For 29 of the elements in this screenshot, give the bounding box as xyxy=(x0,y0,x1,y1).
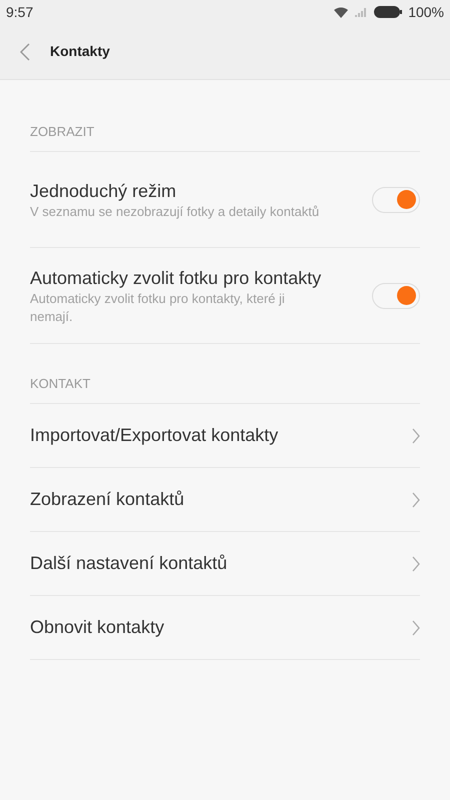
chevron-icon xyxy=(412,492,420,508)
setting-title: Importovat/Exportovat kontakty xyxy=(30,424,278,447)
settings-row[interactable]: Další nastavení kontaktů xyxy=(30,532,420,596)
setting-title: Obnovit kontakty xyxy=(30,616,164,639)
setting-description: V seznamu se nezobrazují fotky a detaily kontaktů xyxy=(30,202,320,220)
setting-title: Zobrazení kontaktů xyxy=(30,488,184,511)
toggle-switch[interactable] xyxy=(372,282,420,308)
chevron-icon xyxy=(412,428,420,444)
battery-level: 100% xyxy=(408,2,444,22)
settings-row[interactable]: Jednoduchý režim V seznamu se nezobrazují fotky a detaily kontaktů xyxy=(30,152,420,248)
settings-row[interactable]: Zobrazení kontaktů xyxy=(30,468,420,532)
toggle-switch[interactable] xyxy=(372,186,420,212)
section-header: ZOBRAZIT xyxy=(30,122,94,140)
settings-row[interactable]: Importovat/Exportovat kontakty xyxy=(30,404,420,468)
chevron-icon xyxy=(412,620,420,636)
back-icon xyxy=(20,42,30,60)
status-time: 9:57 xyxy=(6,2,34,22)
setting-title: Automaticky zvolit fotku pro kontakty xyxy=(30,266,322,290)
signal-icon xyxy=(354,7,368,17)
wifi-icon xyxy=(334,6,348,18)
setting-title: Další nastavení kontaktů xyxy=(30,552,228,575)
settings-row[interactable]: Obnovit kontakty xyxy=(30,596,420,660)
setting-title: Jednoduchý režim xyxy=(30,180,178,202)
settings-row[interactable]: Automaticky zvolit fotku pro kontakty Automaticky zvolit fotku pro kontakty, které ji nemají. xyxy=(30,248,420,344)
setting-description: Automaticky zvolit fotku pro kontakty, které ji nemají. xyxy=(30,290,286,326)
chevron-icon xyxy=(412,556,420,572)
battery-icon xyxy=(374,6,402,18)
page-title: Kontakty xyxy=(50,42,110,61)
section-header: KONTAKT xyxy=(30,374,90,392)
